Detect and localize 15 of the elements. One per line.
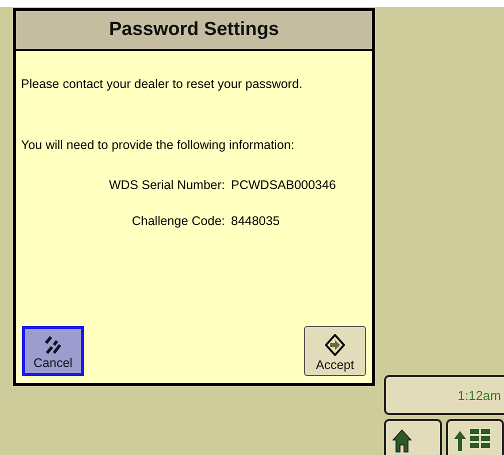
message-text: Please contact your dealer to reset your password. bbox=[21, 77, 304, 91]
clock-text: 1:12am bbox=[384, 375, 504, 415]
arrow-diamond-icon bbox=[325, 334, 345, 356]
field-value: PCWDSAB000346 bbox=[231, 178, 337, 192]
message-text: You will need to provide the following information: bbox=[21, 138, 296, 152]
home-button[interactable] bbox=[384, 419, 442, 455]
home-icon bbox=[392, 429, 412, 453]
menu-button[interactable] bbox=[446, 419, 504, 455]
slash-marks-icon bbox=[44, 336, 62, 354]
cancel-button[interactable]: Cancel bbox=[22, 326, 84, 376]
field-label: WDS Serial Number: bbox=[108, 178, 225, 192]
field-value: 8448035 bbox=[231, 214, 281, 228]
accept-button[interactable]: Accept bbox=[304, 326, 366, 376]
field-label: Challenge Code: bbox=[130, 214, 225, 228]
dialog-title: Password Settings bbox=[16, 11, 372, 51]
